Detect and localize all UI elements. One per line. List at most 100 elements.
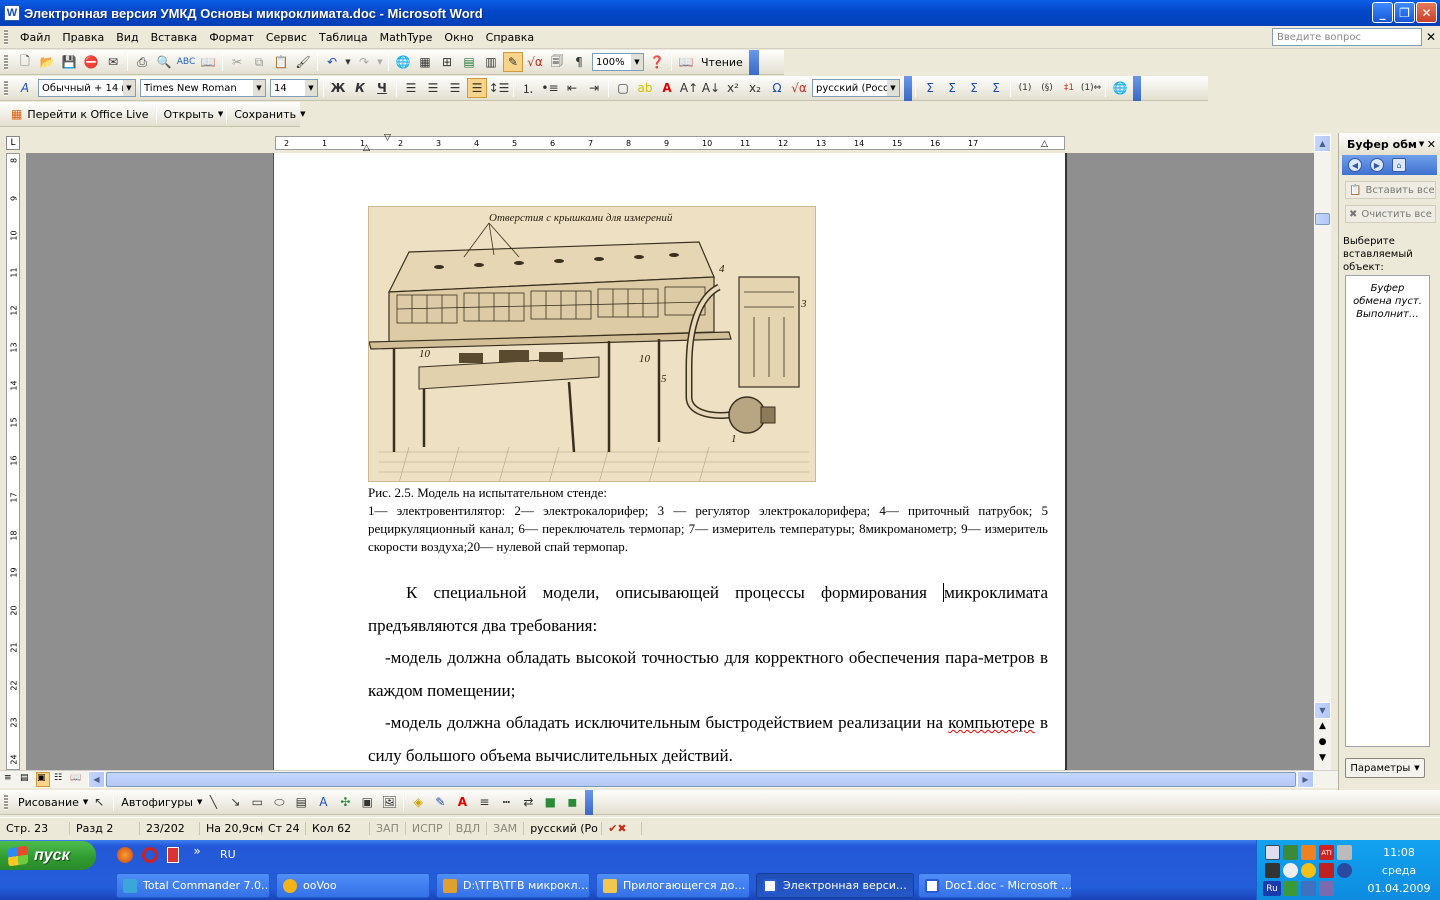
horizontal-scroll-thumb[interactable]: [106, 772, 1296, 787]
task-folder-tgv[interactable]: D:\ТГВ\ТГВ микрокл…: [436, 873, 590, 898]
decrease-indent-icon[interactable]: ⇤: [562, 78, 582, 98]
toolbar-grip[interactable]: [4, 29, 8, 45]
toolbar-options-icon[interactable]: [748, 49, 759, 75]
start-button[interactable]: пуск: [0, 841, 96, 870]
sum-icon[interactable]: Σ: [920, 78, 940, 98]
align-right-icon[interactable]: ☰: [445, 78, 465, 98]
toolbar-grip[interactable]: [4, 80, 8, 96]
menu-mathtype[interactable]: MathType: [374, 29, 439, 46]
printer-icon[interactable]: [1337, 845, 1352, 860]
scroll-down-icon[interactable]: ▼: [1314, 702, 1331, 719]
tray-app-icon[interactable]: [1301, 863, 1316, 878]
menu-file[interactable]: Файл: [14, 29, 56, 46]
more-icon[interactable]: »: [188, 842, 206, 860]
browse-object-icon[interactable]: ●: [1315, 737, 1330, 751]
left-indent-marker[interactable]: △: [363, 143, 370, 153]
arrow-icon[interactable]: ↘: [225, 792, 245, 812]
chevron-down-icon[interactable]: ▼: [197, 798, 202, 806]
superscript-icon[interactable]: x²: [723, 78, 743, 98]
eq-update-icon[interactable]: ‡1: [1059, 78, 1079, 98]
numbering-icon[interactable]: ⒈: [518, 78, 538, 98]
menu-edit[interactable]: Правка: [56, 29, 110, 46]
chevron-down-icon[interactable]: ▼: [83, 798, 88, 806]
save-icon[interactable]: 💾: [59, 52, 79, 72]
outline-view-icon[interactable]: ☷: [54, 773, 66, 786]
line-icon[interactable]: ╲: [203, 792, 223, 812]
network-icon[interactable]: [1265, 845, 1280, 860]
email-icon[interactable]: ✉: [103, 52, 123, 72]
scroll-thumb[interactable]: [1315, 213, 1330, 225]
justify-icon[interactable]: ☰: [467, 78, 487, 98]
back-icon[interactable]: ◀: [1348, 158, 1362, 172]
ask-question-input[interactable]: Введите вопрос: [1272, 28, 1422, 46]
document-body[interactable]: К специальной модели, описывающей процес…: [368, 577, 1048, 770]
autoshapes-button[interactable]: Автофигуры: [117, 796, 197, 809]
task-total-commander[interactable]: Total Commander 7.0…: [116, 873, 270, 898]
grow-font-icon[interactable]: A↑: [679, 78, 699, 98]
borders-icon[interactable]: ▢: [613, 78, 633, 98]
format-painter-icon[interactable]: 🖌: [293, 52, 313, 72]
save-live-button[interactable]: Сохранить: [230, 108, 300, 121]
close-doc-icon[interactable]: ✕: [1426, 30, 1436, 44]
goto-office-live-button[interactable]: Перейти к Office Live: [23, 108, 152, 121]
toolbar-options-icon[interactable]: [1133, 75, 1141, 101]
insert-table-icon[interactable]: ⊞: [437, 52, 457, 72]
chevron-down-icon[interactable]: ▼: [1419, 140, 1424, 148]
task-word-umkd[interactable]: Электронная верси…: [756, 873, 914, 898]
undo-icon[interactable]: ↶: [322, 52, 342, 72]
antivirus-icon[interactable]: [1319, 863, 1334, 878]
insert-excel-icon[interactable]: ▤: [459, 52, 479, 72]
reading-view-icon[interactable]: 📖: [70, 773, 82, 786]
normal-view-icon[interactable]: ≡: [4, 773, 16, 786]
clock[interactable]: 11:08 среда 01.04.2009: [1357, 844, 1440, 898]
menu-format[interactable]: Формат: [203, 29, 260, 46]
clear-all-button[interactable]: ✖ Очистить все: [1345, 205, 1436, 223]
first-line-indent-marker[interactable]: ▽: [384, 133, 391, 143]
bold-button[interactable]: Ж: [328, 78, 348, 98]
diagram-icon[interactable]: ✣: [335, 792, 355, 812]
chevron-down-icon[interactable]: ▼: [300, 110, 305, 118]
chevron-down-icon[interactable]: ▼: [887, 80, 899, 96]
tray-app-icon[interactable]: [1319, 881, 1334, 896]
status-overtype[interactable]: ЗАМ: [487, 822, 525, 835]
ruler-strip[interactable]: 2 1 1 2 3 4 5 6 7 8 9 10 11 12 13 14 15 …: [275, 136, 1065, 150]
italic-button[interactable]: К: [350, 78, 370, 98]
close-button[interactable]: ✕: [1416, 2, 1437, 23]
misspelled-word[interactable]: компьютере: [948, 713, 1035, 732]
permission-icon[interactable]: ⛔: [81, 52, 101, 72]
highlight-icon[interactable]: ab: [635, 78, 655, 98]
menu-view[interactable]: Вид: [110, 29, 144, 46]
scroll-right-icon[interactable]: ▶: [1297, 771, 1314, 788]
status-track-changes[interactable]: ИСПР: [406, 822, 450, 835]
undo-dropdown-icon[interactable]: ▼: [344, 52, 352, 72]
align-center-icon[interactable]: ☰: [423, 78, 443, 98]
paste-icon[interactable]: 📋: [271, 52, 291, 72]
eq-browse-icon[interactable]: (1)⇔: [1081, 78, 1101, 98]
line-spacing-icon[interactable]: ↕☰: [489, 78, 510, 98]
font-color-icon[interactable]: A: [452, 792, 472, 812]
horizontal-scrollbar[interactable]: ≡ ▤ ▣ ☷ 📖 ◀ ▶: [0, 770, 1338, 788]
vertical-ruler-strip[interactable]: 8 9 10 11 12 13 14 15 16 17 18 19 20 21 …: [6, 153, 20, 770]
open-live-button[interactable]: Открыть: [160, 108, 218, 121]
reading-button[interactable]: Чтение: [697, 56, 747, 69]
help-icon[interactable]: ❓: [647, 52, 667, 72]
font-color-icon[interactable]: A: [657, 78, 677, 98]
toolbar-grip[interactable]: [4, 54, 8, 70]
print-preview-icon[interactable]: 🔍: [154, 52, 174, 72]
vertical-scrollbar[interactable]: ▲ ▼ ▲ ● ▼: [1314, 133, 1331, 770]
menu-window[interactable]: Окно: [438, 29, 479, 46]
home-icon[interactable]: ⌂: [1392, 158, 1406, 172]
font-size-select[interactable]: 14 ▼: [270, 79, 318, 97]
menu-help[interactable]: Справка: [480, 29, 540, 46]
oovoo-tray-icon[interactable]: [1283, 863, 1298, 878]
next-page-icon[interactable]: ▼: [1315, 753, 1330, 767]
dash-style-icon[interactable]: ┅: [496, 792, 516, 812]
paste-all-button[interactable]: 📋 Вставить все: [1345, 181, 1436, 199]
forward-icon[interactable]: ▶: [1370, 158, 1384, 172]
increase-indent-icon[interactable]: ⇥: [584, 78, 604, 98]
print-layout-icon[interactable]: ▣: [36, 772, 50, 787]
document-page[interactable]: Отверстия с крышками для измерений 4 3 1…: [273, 153, 1067, 770]
ati-icon[interactable]: ATI: [1319, 845, 1334, 860]
status-record[interactable]: ЗАП: [370, 822, 406, 835]
sum-limits-icon[interactable]: Σ: [986, 78, 1006, 98]
